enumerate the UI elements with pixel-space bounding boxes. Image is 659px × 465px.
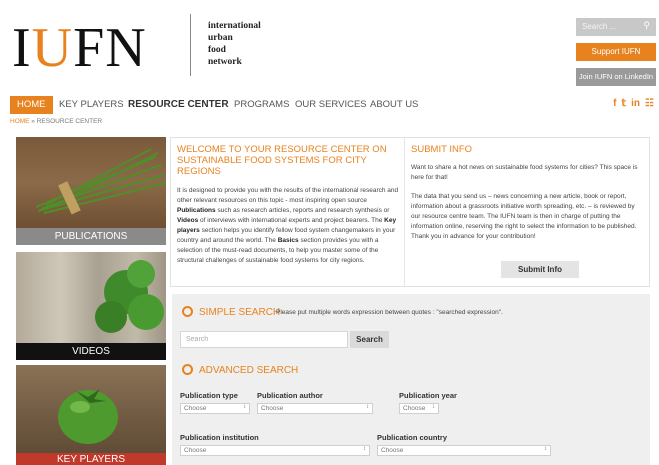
tile-label: VIDEOS (16, 343, 166, 360)
nav-item-our-services[interactable]: OUR SERVICES (295, 96, 367, 114)
submit-info-button[interactable]: Submit Info (501, 261, 579, 278)
author-label: Publication author (257, 391, 323, 400)
tile-label: PUBLICATIONS (16, 228, 166, 245)
chevron-down-icon: ↕ (363, 446, 366, 452)
breadcrumb-home[interactable]: HOME (10, 118, 30, 125)
year-label: Publication year (399, 391, 457, 400)
logo-wordmark: IUFN (12, 17, 147, 79)
chevron-down-icon: ↕ (366, 404, 369, 410)
search-icon (182, 306, 193, 317)
nav-item-key-players[interactable]: KEY PLAYERS (59, 96, 124, 114)
advanced-search-heading: ADVANCED SEARCH (182, 364, 298, 376)
country-select[interactable]: Choose ↕ (377, 445, 551, 456)
support-iufn-button[interactable]: Support IUFN (576, 43, 656, 61)
author-select[interactable]: Choose ↕ (257, 403, 373, 414)
breadcrumb-separator: » (29, 118, 37, 125)
header-actions: Search ... ⚲ Support IUFN Join IUFN on L… (576, 18, 656, 86)
social-links: f 𝕥 in ☷ (608, 98, 654, 109)
logo-tagline: international urban food network (208, 20, 261, 68)
nav-item-resource-center[interactable]: RESOURCE CENTER (128, 96, 229, 114)
submit-info-intro: Want to share a hot news on sustainable … (411, 164, 638, 181)
header-search-placeholder: Search ... (582, 22, 617, 31)
submit-info-details: The data that you send us – news concern… (411, 193, 637, 240)
search-panel: SIMPLE SEARCH Please put multiple words … (172, 294, 650, 465)
nav-item-about-us[interactable]: ABOUT US (370, 96, 418, 114)
tile-publications[interactable]: PUBLICATIONS (16, 137, 166, 245)
simple-search-title: SIMPLE SEARCH (199, 307, 281, 318)
institution-select[interactable]: Choose ↕ (180, 445, 370, 456)
simple-search-heading: SIMPLE SEARCH (182, 306, 280, 318)
country-label: Publication country (377, 433, 448, 442)
simple-search-button[interactable]: Search (350, 331, 389, 348)
chevron-down-icon: ↕ (432, 404, 435, 410)
chevron-down-icon: ↕ (243, 404, 246, 410)
tile-label: KEY PLAYERS (16, 453, 166, 465)
main-nav: HOME KEY PLAYERS RESOURCE CENTER PROGRAM… (10, 96, 656, 114)
tagline-line: food (208, 45, 226, 55)
welcome-section: WELCOME TO YOUR RESOURCE CENTER ON SUSTA… (177, 144, 401, 266)
chives-illustration (35, 148, 166, 215)
chives-image (16, 137, 166, 228)
rss-icon[interactable]: ☷ (645, 98, 654, 109)
submit-info-section: SUBMIT INFO Want to share a hot news on … (404, 138, 650, 286)
tagline-line: urban (208, 33, 233, 43)
header-search-input[interactable]: Search ... ⚲ (576, 18, 656, 36)
search-icon[interactable]: ⚲ (643, 20, 650, 31)
info-panel: WELCOME TO YOUR RESOURCE CENTER ON SUSTA… (170, 137, 650, 287)
tagline-line: network (208, 57, 242, 67)
chevron-down-icon: ↕ (544, 446, 547, 452)
type-label: Publication type (180, 391, 238, 400)
nav-item-programs[interactable]: PROGRAMS (234, 96, 289, 114)
join-linkedin-button[interactable]: Join IUFN on LinkedIn (576, 68, 656, 86)
simple-search-input[interactable]: Search (180, 331, 348, 348)
institution-label: Publication institution (180, 433, 259, 442)
breadcrumb: HOME » RESOURCE CENTER (10, 118, 102, 125)
parsley-image (16, 252, 166, 343)
welcome-text: It is designed to provide you with the r… (177, 187, 399, 264)
simple-search-hint: Please put multiple words expression bet… (276, 309, 503, 316)
logo-divider (190, 14, 191, 76)
nav-item-home[interactable]: HOME (10, 96, 53, 114)
tile-videos[interactable]: VIDEOS (16, 252, 166, 360)
tile-key-players[interactable]: KEY PLAYERS (16, 365, 166, 465)
submit-info-title: SUBMIT INFO (411, 144, 473, 155)
parsley-illustration (95, 260, 164, 333)
year-select[interactable]: Choose ↕ (399, 403, 439, 414)
breadcrumb-current: RESOURCE CENTER (36, 118, 103, 125)
facebook-icon[interactable]: f (613, 98, 616, 109)
linkedin-icon[interactable]: in (631, 98, 640, 109)
type-select[interactable]: Choose ↕ (180, 403, 250, 414)
tomato-illustration (58, 389, 118, 444)
search-icon (182, 364, 193, 375)
tomato-image (16, 365, 166, 455)
advanced-search-title: ADVANCED SEARCH (199, 365, 299, 376)
welcome-title: WELCOME TO YOUR RESOURCE CENTER ON SUSTA… (177, 144, 387, 177)
iufn-logo[interactable]: IUFN (12, 18, 182, 78)
twitter-icon[interactable]: 𝕥 (621, 98, 626, 109)
tagline-line: international (208, 21, 261, 31)
